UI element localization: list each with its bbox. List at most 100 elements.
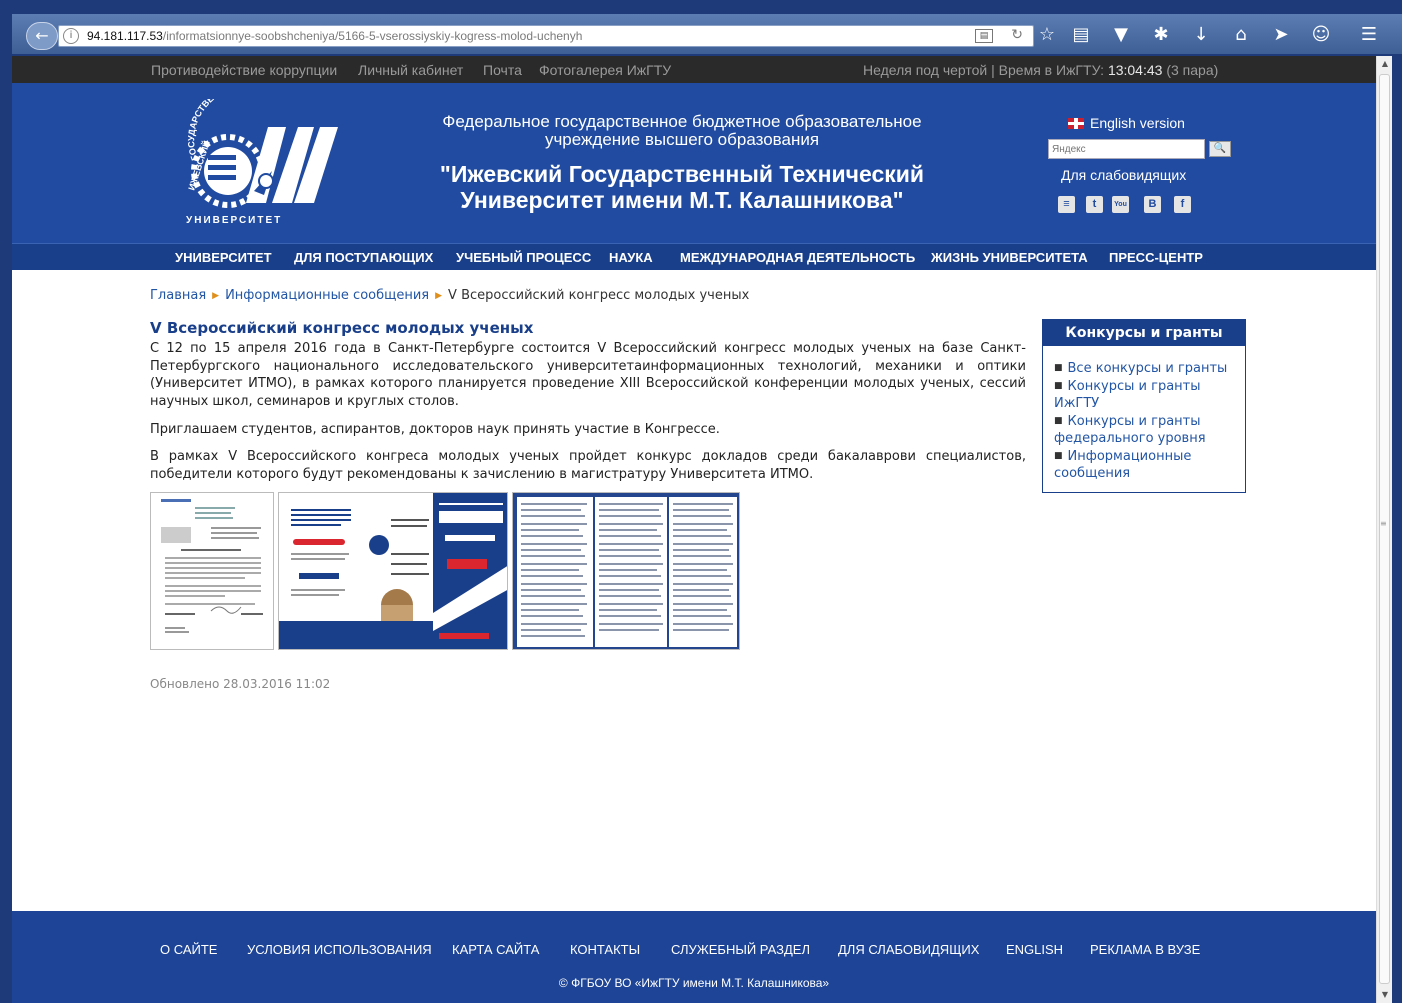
bookmarks-list-icon[interactable]: ▤ xyxy=(1068,22,1094,48)
sidebar-grants: Конкурсы и гранты ■ Все конкурсы и гранты… xyxy=(1042,319,1246,493)
top-utility-bar: Противодействие коррупции Личный кабинет… xyxy=(12,56,1376,83)
download-icon[interactable]: ↓ xyxy=(1188,22,1214,48)
institution-type: Федеральное государственное бюджетное об… xyxy=(402,113,962,149)
mail-link[interactable]: Почта xyxy=(483,62,522,78)
search-button[interactable]: 🔍 xyxy=(1209,141,1231,157)
reload-icon[interactable]: ↻ xyxy=(1011,27,1023,43)
scroll-grip-icon: ≡ xyxy=(1380,519,1387,528)
sidebar-item-info-messages[interactable]: ■ Информационные сообщения xyxy=(1054,448,1234,483)
institution-type-line1: Федеральное государственное бюджетное об… xyxy=(442,112,922,131)
updated-date: Обновлено 28.03.2016 11:02 xyxy=(150,677,331,691)
institution-name: "Ижевский Государственный Технический Ун… xyxy=(402,161,962,213)
address-bar[interactable]: i 94.181.117.53/informatsionnye-soobshch… xyxy=(58,25,1034,47)
home-icon[interactable]: ⌂ xyxy=(1228,22,1254,48)
youtube-icon[interactable]: You xyxy=(1112,196,1129,213)
nav-international[interactable]: МЕЖДУНАРОДНАЯ ДЕЯТЕЛЬНОСТЬ xyxy=(680,250,915,265)
footer-contacts[interactable]: КОНТАКТЫ xyxy=(570,942,640,957)
twitter-icon[interactable]: t xyxy=(1086,196,1103,213)
nav-university-life[interactable]: ЖИЗНЬ УНИВЕРСИТЕТА xyxy=(931,250,1088,265)
sidebar-item-federal-grants[interactable]: ■ Конкурсы и гранты федерального уровня xyxy=(1054,413,1234,448)
university-logo[interactable]: ГОСУДАРСТВЕННЫЙ ТЕХНИЧЕСКИЙ ИЖЕВСКИЙ УНИ… xyxy=(168,99,344,227)
page-scrollbar[interactable]: ▲ ≡ ▼ xyxy=(1376,56,1392,1003)
article-paragraph: В рамках V Всероссийского конгреса молод… xyxy=(150,449,1026,482)
nav-university[interactable]: УНИВЕРСИТЕТ xyxy=(175,250,272,265)
browser-toolbar: ← i 94.181.117.53/informatsionnye-soobsh… xyxy=(12,14,1402,54)
bullet-icon: ■ xyxy=(1054,380,1063,391)
url-host: 94.181.117.53 xyxy=(87,29,163,43)
info-icon[interactable]: i xyxy=(63,28,79,44)
footer-advertising[interactable]: РЕКЛАМА В ВУЗЕ xyxy=(1090,942,1200,957)
pocket-icon[interactable]: ▼ xyxy=(1108,22,1134,48)
sidebar-item-istu-grants[interactable]: ■ Конкурсы и гранты ИжГТУ xyxy=(1054,378,1234,413)
bookmark-star-icon[interactable]: ☆ xyxy=(1034,22,1060,48)
english-version-label: English version xyxy=(1090,115,1185,131)
week-label: Неделя под чертой | Время в ИжГТУ: xyxy=(863,62,1108,78)
page-viewport: Противодействие коррупции Личный кабинет… xyxy=(12,56,1376,1003)
uk-flag-icon xyxy=(1068,118,1084,129)
site-footer: О САЙТЕ УСЛОВИЯ ИСПОЛЬЗОВАНИЯ КАРТА САЙТ… xyxy=(12,911,1376,1003)
congress-program-thumbnail[interactable] xyxy=(512,492,740,650)
institution-name-line2: Университет имени М.Т. Калашникова" xyxy=(460,187,904,213)
footer-sitemap[interactable]: КАРТА САЙТА xyxy=(452,942,539,957)
breadcrumb-current: V Всероссийский конгресс молодых ученых xyxy=(448,288,750,303)
footer-service[interactable]: СЛУЖЕБНЫЙ РАЗДЕЛ xyxy=(671,942,810,957)
bullet-icon: ■ xyxy=(1054,415,1063,426)
footer-english[interactable]: ENGLISH xyxy=(1006,942,1063,957)
nav-science[interactable]: НАУКА xyxy=(609,250,653,265)
url-path: /informatsionnye-soobshcheniya/5166-5-vs… xyxy=(162,29,583,43)
footer-about[interactable]: О САЙТЕ xyxy=(160,942,217,957)
document-thumbnail-letter[interactable] xyxy=(150,492,274,650)
vkontakte-icon[interactable]: B xyxy=(1144,196,1161,213)
copyright: © ФГБОУ ВО «ИжГТУ имени М.Т. Калашникова… xyxy=(558,976,830,990)
yandex-search-input[interactable] xyxy=(1048,139,1205,159)
clock: 13:04:43 xyxy=(1107,62,1163,78)
extension-gear-icon[interactable]: ✱ xyxy=(1148,22,1174,48)
breadcrumb-arrow-icon: ▶ xyxy=(212,291,220,301)
sidebar-item-all-grants[interactable]: ■ Все конкурсы и гранты xyxy=(1054,360,1234,378)
breadcrumb-arrow-icon: ▶ xyxy=(435,291,443,301)
english-version-link[interactable]: English version xyxy=(1068,115,1185,131)
send-icon[interactable]: ➤ xyxy=(1268,22,1294,48)
sidebar-item-label: Информационные сообщения xyxy=(1054,448,1192,482)
sidebar-item-label: Конкурсы и гранты ИжГТУ xyxy=(1054,378,1201,412)
sidebar-list: ■ Все конкурсы и гранты ■ Конкурсы и грант… xyxy=(1054,360,1234,483)
low-vision-link[interactable]: Для слабовидящих xyxy=(1061,167,1186,183)
smiley-icon[interactable]: ☺ xyxy=(1308,22,1334,48)
breadcrumb: Главная ▶ Информационные сообщения ▶ V Всеро… xyxy=(150,288,749,303)
url-text: 94.181.117.53/informatsionnye-soobshchen… xyxy=(87,29,582,43)
article-paragraph: С 12 по 15 апреля 2016 года в Санкт-Пете… xyxy=(150,341,1026,409)
browser-window: ← i 94.181.117.53/informatsionnye-soobsh… xyxy=(0,0,1402,1003)
sidebar-item-label: Конкурсы и гранты федерального уровня xyxy=(1054,413,1206,447)
rss-icon[interactable]: ≡ xyxy=(1058,196,1075,213)
week-time-info: Неделя под чертой | Время в ИжГТУ: 13:04… xyxy=(863,62,1218,78)
anticorruption-link[interactable]: Противодействие коррупции xyxy=(151,62,337,78)
nav-education[interactable]: УЧЕБНЫЙ ПРОЦЕСС xyxy=(456,250,591,265)
period-label: (3 пара) xyxy=(1162,62,1219,78)
nav-press-center[interactable]: ПРЕСС-ЦЕНТР xyxy=(1109,250,1203,265)
article-title: V Всероссийский конгресс молодых ученых xyxy=(150,319,534,337)
bullet-icon: ■ xyxy=(1054,363,1063,373)
institution-name-line1: "Ижевский Государственный Технический xyxy=(439,161,925,187)
footer-low-vision[interactable]: ДЛЯ СЛАБОВИДЯЩИХ xyxy=(838,942,979,957)
logo-bottom-text: УНИВЕРСИТЕТ xyxy=(186,215,282,226)
photo-gallery-link[interactable]: Фотогалерея ИжГТУ xyxy=(539,62,671,78)
sidebar-title: Конкурсы и гранты xyxy=(1043,320,1245,346)
footer-terms[interactable]: УСЛОВИЯ ИСПОЛЬЗОВАНИЯ xyxy=(247,942,432,957)
bullet-icon: ■ xyxy=(1054,450,1063,461)
institution-type-line2: учреждение высшего образования xyxy=(544,130,820,149)
nav-applicants[interactable]: ДЛЯ ПОСТУПАЮЩИХ xyxy=(294,250,433,265)
breadcrumb-home[interactable]: Главная xyxy=(150,288,206,303)
back-button[interactable]: ← xyxy=(26,22,58,50)
scroll-thumb[interactable] xyxy=(1379,74,1390,984)
scroll-down-arrow-icon[interactable]: ▼ xyxy=(1377,987,1393,1003)
breadcrumb-section[interactable]: Информационные сообщения xyxy=(225,288,429,303)
menu-icon[interactable]: ☰ xyxy=(1356,22,1382,48)
site-header: ГОСУДАРСТВЕННЫЙ ТЕХНИЧЕСКИЙ ИЖЕВСКИЙ УНИ… xyxy=(12,83,1376,243)
article-paragraph: Приглашаем студентов, аспирантов, доктор… xyxy=(150,422,720,437)
scroll-up-arrow-icon[interactable]: ▲ xyxy=(1377,56,1393,72)
personal-cabinet-link[interactable]: Личный кабинет xyxy=(358,62,463,78)
facebook-icon[interactable]: f xyxy=(1174,196,1191,213)
main-navigation: УНИВЕРСИТЕТ ДЛЯ ПОСТУПАЮЩИХ УЧЕБНЫЙ ПРОЦ… xyxy=(12,243,1376,270)
congress-poster-thumbnail[interactable] xyxy=(278,492,508,650)
reader-view-icon[interactable]: ▤ xyxy=(975,29,993,43)
